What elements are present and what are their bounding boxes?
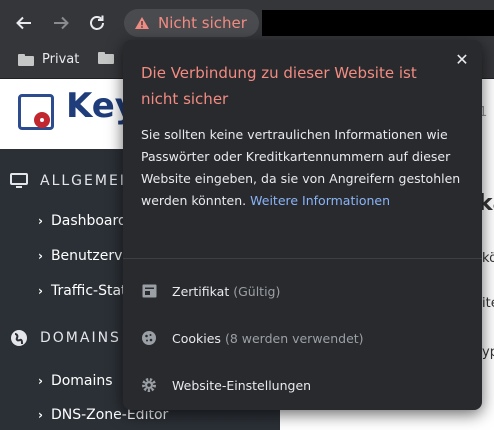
warning-icon <box>135 17 149 29</box>
chevron-right-icon: › <box>38 249 43 263</box>
back-button[interactable] <box>12 11 36 35</box>
popup-title: Die Verbindung zu dieser Website ist nic… <box>141 64 417 108</box>
certificate-row[interactable]: Zertifikat (Gültig) <box>141 283 280 299</box>
sidebar-section-allgemein[interactable]: ALLGEMEIN <box>10 173 138 189</box>
folder-icon <box>18 53 34 66</box>
learn-more-link[interactable]: Weitere Informationen <box>250 193 390 208</box>
bookmark-folder-2[interactable] <box>98 52 122 64</box>
cookies-count: (8 werden verwendet) <box>224 330 364 346</box>
close-icon: ✕ <box>455 50 469 69</box>
chevron-right-icon: › <box>38 408 43 422</box>
sidebar-item-label: Domains <box>50 373 113 389</box>
security-label: Nicht sicher <box>158 14 247 32</box>
settings-icon <box>141 377 157 393</box>
certificate-label: Zertifikat <box>172 283 230 299</box>
sidebar-item-dashboard[interactable]: › Dashboard <box>38 213 127 229</box>
certificate-icon <box>141 283 157 299</box>
bookmark-label: Privat <box>42 52 80 67</box>
forward-button[interactable] <box>49 11 73 35</box>
sidebar-section-label: DOMAINS <box>40 330 121 346</box>
site-info-popup: Die Verbindung zu dieser Website ist nic… <box>123 40 482 410</box>
arrow-right-icon <box>54 16 69 30</box>
reload-button[interactable] <box>85 11 109 35</box>
content-fragment: ite <box>482 296 494 311</box>
monitor-icon <box>10 173 28 188</box>
content-fragment: yp <box>482 345 494 360</box>
sidebar-item-label: Dashboard <box>50 213 127 229</box>
security-indicator-button[interactable]: Nicht sicher <box>124 9 259 37</box>
cookies-label: Cookies <box>172 330 221 346</box>
arrow-left-icon <box>16 16 31 30</box>
site-settings-label: Website-Einstellungen <box>172 377 312 393</box>
reload-icon <box>90 15 104 30</box>
sidebar-section-domains[interactable]: DOMAINS <box>10 329 121 347</box>
chevron-right-icon: › <box>38 214 43 228</box>
cookie-icon <box>141 330 157 346</box>
sidebar-item-domains[interactable]: › Domains <box>38 373 113 389</box>
divider <box>123 258 482 259</box>
gear-icon <box>34 112 50 128</box>
certificate-status: (Gültig) <box>233 283 281 299</box>
folder-icon <box>98 52 114 64</box>
globe-icon <box>11 330 27 346</box>
popup-description: Sie sollten keine vertraulichen Informat… <box>141 124 466 212</box>
site-settings-row[interactable]: Website-Einstellungen <box>141 377 311 393</box>
chevron-right-icon: › <box>38 374 43 388</box>
content-fragment: kö <box>482 251 494 266</box>
bookmark-privat[interactable]: Privat <box>18 52 79 67</box>
cookies-row[interactable]: Cookies (8 werden verwendet) <box>141 330 364 346</box>
address-bar-redacted[interactable] <box>262 10 494 36</box>
chevron-right-icon: › <box>38 284 43 298</box>
close-button[interactable]: ✕ <box>453 51 471 69</box>
